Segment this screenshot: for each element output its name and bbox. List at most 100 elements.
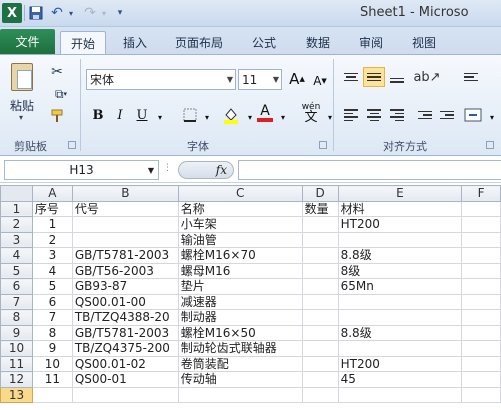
font-size-combo[interactable]: 11 ▼ (238, 69, 282, 90)
cell-d6[interactable] (301, 278, 339, 295)
tab-data[interactable]: 数据 (297, 31, 339, 54)
cell-a2[interactable]: 1 (31, 216, 73, 233)
tab-review[interactable]: 审阅 (350, 31, 392, 54)
cell-c3[interactable]: 输油管 (177, 231, 303, 248)
alignment-launcher-icon[interactable] (486, 141, 494, 149)
cell-d3[interactable] (301, 231, 339, 248)
fill-color-icon[interactable] (221, 105, 241, 125)
tab-insert[interactable]: 插入 (114, 31, 156, 54)
shrink-font-button[interactable]: A ▼ (310, 71, 330, 91)
column-header[interactable]: D (301, 185, 339, 202)
cell-c8[interactable]: 制动器 (177, 309, 303, 326)
worksheet-grid[interactable]: A B C D E F 1 序号 代号 名称 数量 材料 2 1 小车架 HT200 3 2 输油管 4 3… (0, 185, 501, 410)
cell-a3[interactable]: 2 (31, 231, 73, 248)
align-center-icon[interactable] (363, 105, 385, 125)
cell-f5[interactable] (461, 262, 501, 279)
cell-a11[interactable]: 10 (31, 355, 73, 372)
grow-font-button[interactable]: A ▲ (287, 69, 307, 89)
cell-a10[interactable]: 9 (31, 340, 73, 357)
cell-c1[interactable]: 名称 (177, 200, 303, 217)
cut-icon[interactable]: ✂ (48, 63, 66, 81)
align-right-icon[interactable] (386, 105, 408, 125)
cell-f2[interactable] (461, 216, 501, 233)
select-all-corner[interactable] (0, 185, 33, 202)
cell-e10[interactable] (337, 340, 463, 357)
cell-f8[interactable] (461, 309, 501, 326)
italic-button[interactable]: I (110, 105, 130, 125)
row-header[interactable]: 13 (0, 386, 33, 403)
tab-formulas[interactable]: 公式 (243, 31, 285, 54)
paste-icon[interactable] (7, 61, 37, 93)
cell-a6[interactable]: 5 (31, 278, 73, 295)
chevron-down-icon[interactable]: ▼ (148, 166, 154, 175)
orientation-icon[interactable]: ab↗ (413, 67, 440, 87)
cell-c4[interactable]: 螺栓M16×70 (177, 247, 303, 264)
cell-e1[interactable]: 材料 (337, 200, 463, 217)
cell-f7[interactable] (461, 293, 501, 310)
cell-e12[interactable]: 45 (337, 371, 463, 388)
cell-f11[interactable] (461, 355, 501, 372)
column-header[interactable]: A (31, 185, 73, 202)
cell-c13[interactable] (177, 386, 303, 403)
chevron-down-icon[interactable]: ▼ (273, 70, 279, 89)
row-header[interactable]: 1 (0, 200, 33, 217)
font-color-dropdown-icon[interactable]: ▾ (273, 107, 293, 127)
paste-button-label[interactable]: 粘贴 (10, 97, 34, 114)
tab-home[interactable]: 开始 (60, 31, 106, 54)
cell-b10[interactable]: TB/ZQ4375-200 (71, 340, 179, 357)
row-header[interactable]: 4 (0, 247, 33, 264)
paste-dropdown-icon[interactable]: ▾ (19, 113, 23, 122)
cell-c9[interactable]: 螺栓M16×50 (177, 324, 303, 341)
column-header[interactable]: B (71, 185, 179, 202)
cell-f1[interactable] (461, 200, 501, 217)
font-launcher-icon[interactable] (319, 141, 327, 149)
cell-c12[interactable]: 传动轴 (177, 371, 303, 388)
cell-f12[interactable] (461, 371, 501, 388)
insert-function-button[interactable]: fx (178, 161, 234, 179)
clipboard-launcher-icon[interactable] (68, 141, 76, 149)
row-header[interactable]: 5 (0, 262, 33, 279)
row-header[interactable]: 10 (0, 340, 33, 357)
cell-f3[interactable] (461, 231, 501, 248)
cell-f6[interactable] (461, 278, 501, 295)
cell-d1[interactable]: 数量 (301, 200, 339, 217)
chevron-down-icon[interactable]: ▼ (227, 70, 233, 89)
cell-a8[interactable]: 7 (31, 309, 73, 326)
cell-b13[interactable] (71, 386, 179, 403)
merge-center-icon[interactable] (462, 105, 484, 125)
cell-d5[interactable] (301, 262, 339, 279)
cell-d9[interactable] (301, 324, 339, 341)
underline-dropdown-icon[interactable]: ▾ (150, 107, 170, 127)
cell-d13[interactable] (301, 386, 339, 403)
cell-b6[interactable]: GB93-87 (71, 278, 179, 295)
cell-e13[interactable] (337, 386, 463, 403)
cell-e6[interactable]: 65Mn (337, 278, 463, 295)
cell-d7[interactable] (301, 293, 339, 310)
cell-b2[interactable] (71, 216, 179, 233)
row-header[interactable]: 7 (0, 293, 33, 310)
cell-b11[interactable]: QS00.01-02 (71, 355, 179, 372)
cell-c6[interactable]: 垫片 (177, 278, 303, 295)
resize-grip-icon[interactable]: ⋮ (163, 163, 172, 177)
cell-d4[interactable] (301, 247, 339, 264)
undo-dropdown-icon[interactable]: ▾ (66, 3, 76, 23)
cell-d11[interactable] (301, 355, 339, 372)
borders-dropdown-icon[interactable]: ▾ (197, 107, 217, 127)
cell-b3[interactable] (71, 231, 179, 248)
cell-a9[interactable]: 8 (31, 324, 73, 341)
wrap-text-icon[interactable] (460, 67, 482, 87)
tab-file[interactable]: 文件 (0, 29, 55, 54)
column-header[interactable]: C (177, 185, 303, 202)
cell-e4[interactable]: 8.8级 (337, 247, 463, 264)
cell-b5[interactable]: GB/T56-2003 (71, 262, 179, 279)
row-header[interactable]: 6 (0, 278, 33, 295)
cell-d10[interactable] (301, 340, 339, 357)
tab-page-layout[interactable]: 页面布局 (168, 31, 230, 54)
column-header[interactable]: F (461, 185, 501, 202)
cell-b12[interactable]: QS00-01 (71, 371, 179, 388)
cell-c2[interactable]: 小车架 (177, 216, 303, 233)
row-header[interactable]: 8 (0, 309, 33, 326)
underline-button[interactable]: U (132, 105, 152, 125)
align-bottom-icon[interactable] (386, 67, 408, 87)
cell-d8[interactable] (301, 309, 339, 326)
